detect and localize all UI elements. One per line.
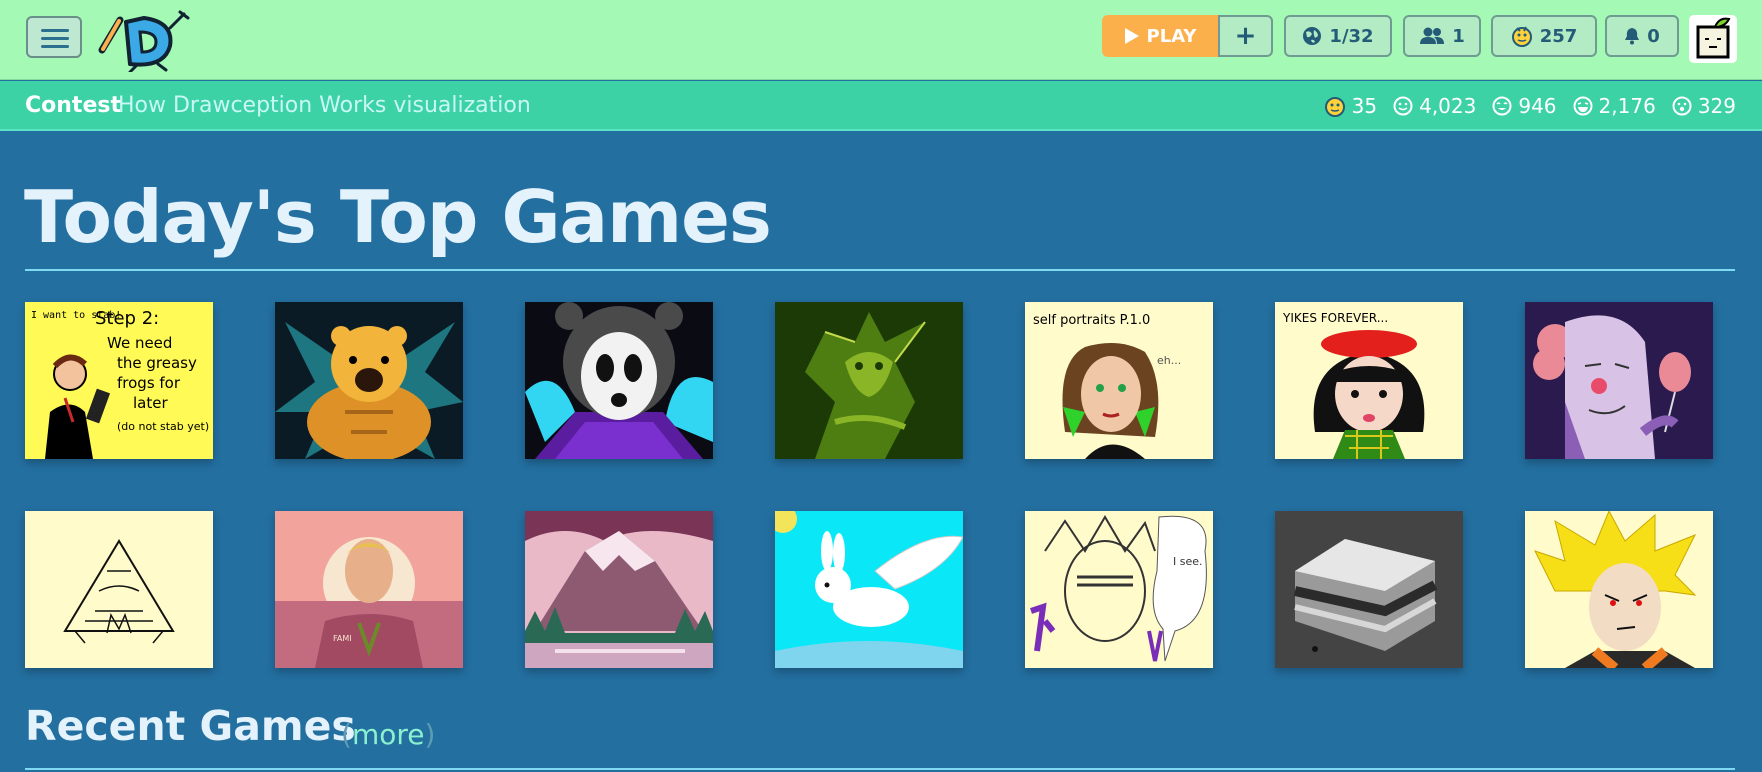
svg-text:eh...: eh... bbox=[1157, 354, 1181, 367]
top-games-heading: Today's Top Games bbox=[24, 175, 772, 259]
svg-text:later: later bbox=[133, 394, 168, 412]
contest-bar: Contest How Drawception Works visualizat… bbox=[0, 81, 1762, 131]
game-thumbnail-self-portrait[interactable]: self portraits P.1.0 eh... bbox=[1025, 302, 1213, 459]
menu-icon bbox=[41, 29, 69, 32]
play-button[interactable]: PLAY bbox=[1102, 15, 1218, 57]
plus-icon: + bbox=[1234, 21, 1257, 51]
friends-button[interactable]: 1 bbox=[1403, 15, 1481, 57]
stat-laugh: 2,176 bbox=[1573, 94, 1656, 118]
more-link[interactable]: (more) bbox=[341, 718, 435, 751]
stat-smile: 4,023 bbox=[1393, 94, 1476, 118]
top-bar: PLAY + 1/32 1 257 0 bbox=[0, 0, 1762, 80]
play-icon bbox=[1124, 28, 1139, 44]
contest-stats: 35 4,023 946 2,176 329 bbox=[1324, 94, 1736, 118]
contest-title-link[interactable]: How Drawception Works visualization bbox=[118, 93, 531, 118]
svg-text:Step 2:: Step 2: bbox=[95, 308, 159, 329]
coins-count: 257 bbox=[1539, 25, 1578, 47]
more-link-label[interactable]: more bbox=[352, 718, 425, 751]
user-avatar[interactable] bbox=[1689, 15, 1737, 63]
notifications-button[interactable]: 0 bbox=[1605, 15, 1679, 57]
svg-text:the greasy: the greasy bbox=[117, 354, 197, 372]
surprise-icon bbox=[1672, 96, 1692, 116]
svg-text:frogs for: frogs for bbox=[117, 374, 181, 392]
stat-surprise: 329 bbox=[1672, 94, 1736, 118]
svg-text:self portraits P.1.0: self portraits P.1.0 bbox=[1033, 313, 1150, 328]
laugh-icon bbox=[1573, 96, 1593, 116]
game-thumbnail-muscle-creature[interactable] bbox=[275, 302, 463, 459]
game-thumbnail-yikes-forever[interactable]: YIKES FOREVER... bbox=[1275, 302, 1463, 459]
svg-text:I see.: I see. bbox=[1173, 555, 1203, 568]
svg-text:YIKES FOREVER...: YIKES FOREVER... bbox=[1282, 311, 1388, 325]
contest-label: Contest bbox=[25, 93, 121, 118]
stat-love: 946 bbox=[1492, 94, 1557, 118]
game-thumbnail-mountains[interactable] bbox=[525, 511, 713, 668]
users-icon bbox=[1420, 27, 1445, 44]
drawception-logo[interactable] bbox=[96, 6, 196, 72]
game-thumbnail-flying-bunny[interactable] bbox=[775, 511, 963, 668]
add-button[interactable]: + bbox=[1218, 15, 1273, 57]
divider bbox=[25, 768, 1735, 770]
games-counter-button[interactable]: 1/32 bbox=[1284, 15, 1392, 57]
game-thumbnail-i-see[interactable]: I see. bbox=[1025, 511, 1213, 668]
coin-face-icon bbox=[1324, 97, 1345, 117]
game-thumbnail-shy-guy[interactable] bbox=[525, 302, 713, 459]
game-thumbnail-triangle[interactable] bbox=[25, 511, 213, 668]
coin-face-icon bbox=[1511, 26, 1532, 47]
games-count: 1/32 bbox=[1329, 25, 1374, 47]
game-thumbnail-green-dragon[interactable] bbox=[775, 302, 963, 459]
svg-text:(do not stab yet): (do not stab yet) bbox=[117, 420, 209, 433]
game-thumbnail-sandwich[interactable] bbox=[1275, 511, 1463, 668]
stat-coins: 35 bbox=[1324, 94, 1377, 118]
menu-button[interactable] bbox=[26, 16, 82, 58]
globe-icon bbox=[1303, 27, 1322, 45]
game-thumbnail-sunset-man[interactable]: FAMI bbox=[275, 511, 463, 668]
game-thumbnail-clown[interactable] bbox=[1525, 302, 1713, 459]
recent-games-heading: Recent Games bbox=[25, 702, 356, 750]
coins-button[interactable]: 257 bbox=[1491, 15, 1597, 57]
notifications-count: 0 bbox=[1647, 25, 1660, 47]
game-thumbnail-step2[interactable]: I want to stab! Step 2: We need the grea… bbox=[25, 302, 213, 459]
divider bbox=[25, 269, 1735, 271]
svg-text:FAMI: FAMI bbox=[333, 634, 352, 643]
bell-icon bbox=[1625, 28, 1640, 45]
play-label: PLAY bbox=[1146, 25, 1197, 47]
heart-eyes-icon bbox=[1492, 96, 1512, 116]
smile-icon bbox=[1393, 96, 1413, 116]
friends-count: 1 bbox=[1452, 25, 1465, 47]
game-thumbnail-spiky-hair[interactable] bbox=[1525, 511, 1713, 668]
svg-text:We need: We need bbox=[107, 334, 172, 352]
